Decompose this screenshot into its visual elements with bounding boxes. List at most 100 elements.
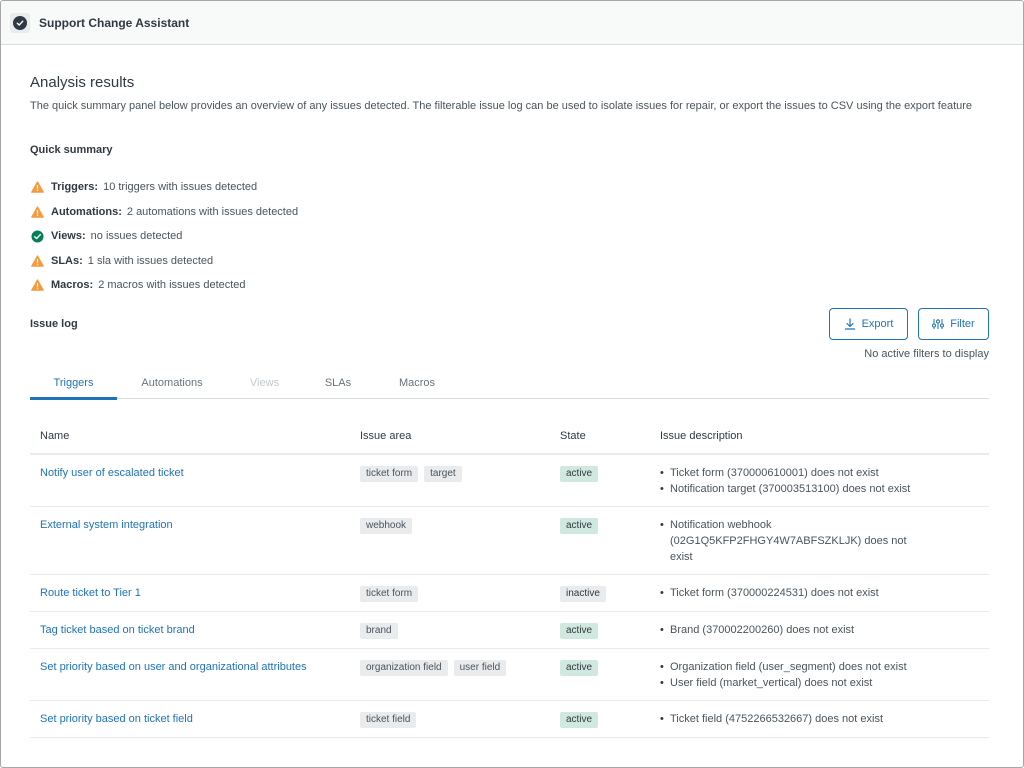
summary-item: Views: no issues detected: [30, 224, 298, 249]
page-title: Analysis results: [30, 74, 135, 91]
summary-item-text: 2 macros with issues detected: [98, 279, 246, 292]
issue-list: Brand (370002200260) does not exist: [660, 622, 929, 638]
cell-issue-description: Ticket form (370000224531) does not exis…: [650, 574, 989, 612]
filter-status: No active filters to display: [864, 348, 989, 360]
cell-state: inactive: [550, 574, 650, 612]
warning-triangle-icon: [30, 254, 44, 268]
cell-name: Route ticket to Tier 1: [30, 574, 350, 612]
tab-automations[interactable]: Automations: [117, 368, 227, 399]
tab-slas[interactable]: SLAs: [302, 368, 374, 399]
tab-triggers[interactable]: Triggers: [30, 368, 117, 400]
summary-item-text: 1 sla with issues detected: [87, 254, 214, 267]
filter-label: Filter: [950, 318, 975, 330]
export-label: Export: [861, 318, 894, 330]
summary-item-label: Views:: [51, 230, 86, 243]
state-badge: active: [560, 712, 599, 728]
issue-item: Ticket form (370000610001) does not exis…: [660, 465, 929, 481]
cell-name: Tag ticket based on ticket brand: [30, 611, 350, 649]
issue-area-tag: organization field: [360, 660, 448, 676]
column-header-name: Name: [30, 419, 350, 455]
table-row: Route ticket to Tier 1 ticket form inactiv…: [30, 574, 989, 612]
summary-item-label: Triggers:: [51, 181, 99, 194]
issue-list: Ticket form (370000610001) does not exis…: [660, 465, 929, 497]
app-title: Support Change Assistant: [39, 15, 190, 30]
issue-area-tag: ticket field: [360, 712, 417, 728]
table-row: Notify user of escalated ticket ticket fo…: [30, 454, 989, 507]
table-row: Set priority based on user and organizat…: [30, 648, 989, 701]
table-row: External system integration webhook active…: [30, 506, 989, 575]
summary-item: Macros: 2 macros with issues detected: [30, 273, 298, 298]
state-badge: active: [560, 466, 599, 482]
table-header-row: Name Issue area State Issue description: [30, 419, 989, 455]
tab-macros[interactable]: Macros: [374, 368, 460, 399]
check-circle-icon: [10, 12, 30, 33]
issue-list: Ticket field (4752266532667) does not ex…: [660, 711, 929, 727]
cell-issue-description: Organization field (user_segment) does n…: [650, 648, 989, 701]
item-name-link[interactable]: External system integration: [40, 519, 173, 531]
summary-item: SLAs: 1 sla with issues detected: [30, 249, 298, 274]
cell-issue-description: Ticket field (4752266532667) does not ex…: [650, 700, 989, 738]
cell-issue-area: organization field user field: [350, 648, 550, 701]
quick-summary-list: Triggers: 10 triggers with issues detecte…: [30, 175, 298, 298]
cell-issue-area: brand: [350, 611, 550, 649]
column-header-state: State: [550, 419, 650, 455]
issue-area-tag: user field: [453, 660, 507, 676]
cell-name: Set priority based on user and organizat…: [30, 648, 350, 701]
cell-issue-description: Brand (370002200260) does not exist: [650, 611, 989, 649]
cell-issue-area: ticket form: [350, 574, 550, 612]
item-name-link[interactable]: Route ticket to Tier 1: [40, 587, 141, 599]
cell-issue-description: Notification webhook (02G1Q5KFP2FHGY4W7A…: [650, 506, 989, 575]
check-circle-icon: [30, 229, 44, 243]
issue-item: Ticket field (4752266532667) does not ex…: [660, 711, 929, 727]
cell-state: active: [550, 454, 650, 507]
warning-triangle-icon: [30, 205, 44, 219]
cell-state: active: [550, 648, 650, 701]
item-name-link[interactable]: Set priority based on user and organizat…: [40, 661, 307, 673]
title-bar: Support Change Assistant: [1, 1, 1023, 45]
cell-name: Notify user of escalated ticket: [30, 454, 350, 507]
summary-item-label: Macros:: [51, 279, 94, 292]
cell-state: active: [550, 611, 650, 649]
cell-state: active: [550, 700, 650, 738]
export-button[interactable]: Export: [829, 308, 908, 340]
issue-list: Organization field (user_segment) does n…: [660, 659, 929, 691]
issue-item: Ticket form (370000224531) does not exis…: [660, 585, 929, 601]
filter-button[interactable]: Filter: [918, 308, 989, 340]
issue-area-tag: ticket form: [360, 466, 419, 482]
issue-item: Brand (370002200260) does not exist: [660, 622, 929, 638]
issue-item: Organization field (user_segment) does n…: [660, 659, 929, 675]
cell-issue-area: webhook: [350, 506, 550, 575]
issue-item: Notification webhook (02G1Q5KFP2FHGY4W7A…: [660, 517, 929, 565]
summary-item-label: SLAs:: [51, 254, 83, 267]
state-badge: active: [560, 518, 599, 534]
issue-list: Ticket form (370000224531) does not exis…: [660, 585, 929, 601]
issue-item: User field (market_vertical) does not ex…: [660, 675, 929, 691]
download-icon: [844, 318, 855, 330]
warning-triangle-icon: [30, 278, 44, 292]
issue-item: Notification target (370003513100) does …: [660, 481, 929, 497]
cell-name: Set priority based on ticket field: [30, 700, 350, 738]
cell-issue-area: ticket field: [350, 700, 550, 738]
issue-area-tag: target: [424, 466, 462, 482]
summary-item-text: 10 triggers with issues detected: [103, 181, 258, 194]
issue-table: Name Issue area State Issue description …: [30, 419, 989, 738]
app-window: Support Change Assistant Analysis result…: [0, 0, 1024, 768]
summary-item-text: 2 automations with issues detected: [126, 205, 299, 218]
item-name-link[interactable]: Set priority based on ticket field: [40, 713, 193, 725]
item-name-link[interactable]: Notify user of escalated ticket: [40, 467, 184, 479]
sliders-icon: [932, 319, 945, 329]
item-name-link[interactable]: Tag ticket based on ticket brand: [40, 624, 195, 636]
summary-item-label: Automations:: [51, 205, 122, 218]
summary-item: Automations: 2 automations with issues de…: [30, 200, 298, 225]
issue-area-tag: ticket form: [360, 586, 419, 602]
column-header-issue-area: Issue area: [350, 419, 550, 455]
issue-log-heading: Issue log: [30, 318, 78, 330]
state-badge: active: [560, 660, 599, 676]
warning-triangle-icon: [30, 180, 44, 194]
tab-views: Views: [249, 377, 280, 389]
page-description: The quick summary panel below provides a…: [30, 100, 973, 112]
table-row: Tag ticket based on ticket brand brand act…: [30, 611, 989, 649]
column-header-issue-description: Issue description: [650, 419, 989, 455]
summary-item-text: no issues detected: [90, 230, 183, 243]
quick-summary-heading: Quick summary: [30, 144, 113, 156]
